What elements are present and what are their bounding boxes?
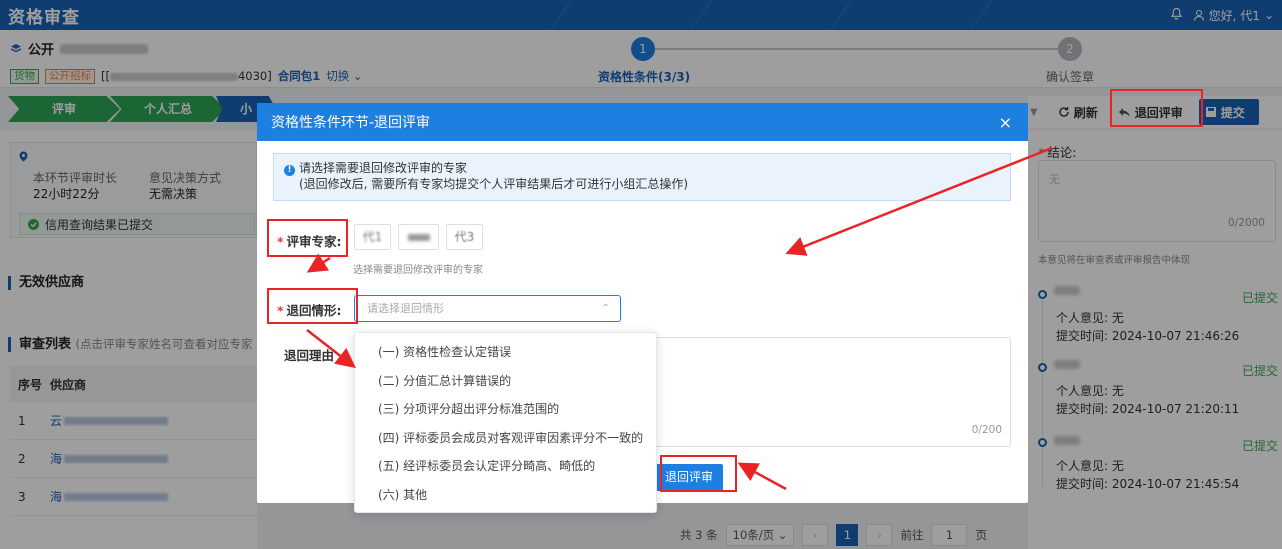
annotation-arrows	[306, 146, 1053, 491]
